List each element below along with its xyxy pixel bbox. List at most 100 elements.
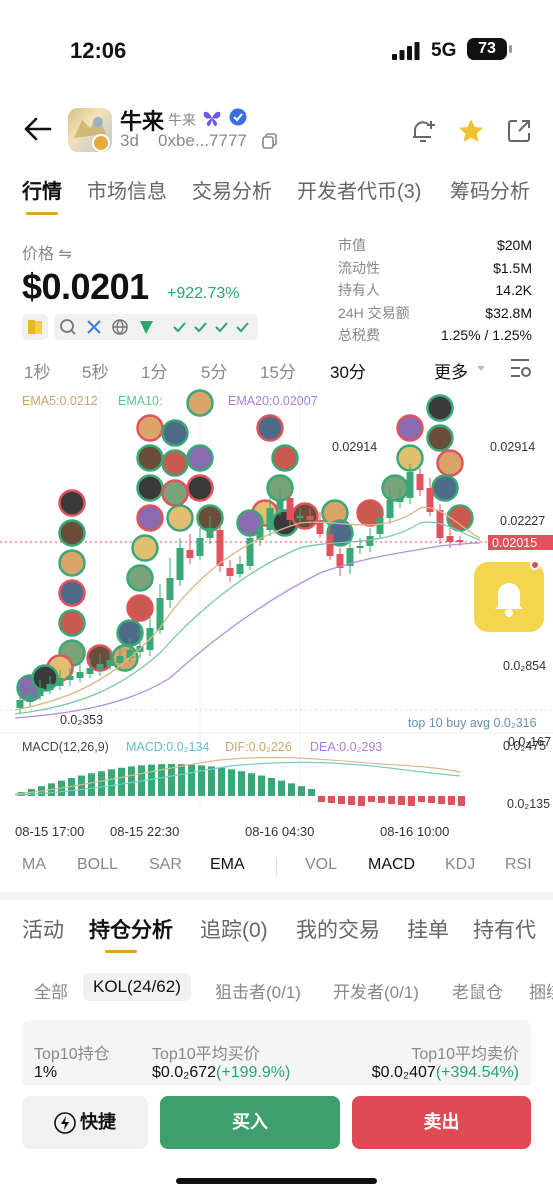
tab-chip-analysis[interactable]: 筹码分析 [450,175,530,204]
kol-avatar [161,479,189,507]
dea-value: DEA:0.0₂293 [310,740,382,754]
tab-trade-analysis[interactable]: 交易分析 [192,175,272,204]
bell-add-icon[interactable] [409,117,437,145]
back-arrow-icon[interactable] [22,113,54,145]
candle-body [286,498,294,520]
sell-button[interactable]: 卖出 [352,1096,531,1149]
interval-5s[interactable]: 5秒 [82,358,108,383]
tab-dev-tokens[interactable]: 开发者代币(3) [297,175,421,204]
quick-trade-button[interactable]: 快捷 [22,1096,148,1149]
indicator-boll[interactable]: BOLL [77,856,118,874]
candle-body [166,578,174,600]
price-tick-1: 0.02914 [490,440,535,454]
interval-1s[interactable]: 1秒 [24,358,50,383]
tab-my-trades[interactable]: 我的交易 [296,914,380,944]
interval-selector: 1秒 5秒 1分 5分 15分 30分 更多 [0,356,553,382]
interval-15m[interactable]: 15分 [260,358,296,383]
indicator-kdj[interactable]: KDJ [445,856,475,874]
macd-bar [208,766,215,796]
kol-avatar [31,664,59,692]
kol-avatar [186,474,214,502]
network-type: 5G [431,40,457,61]
indicator-rsi[interactable]: RSI [505,856,532,874]
candle-body [206,528,214,538]
filter-insider[interactable]: 老鼠仓 [452,978,503,1003]
macd-bar [338,796,345,804]
candle-body [196,538,204,556]
tab-tracking[interactable]: 追踪(0) [200,914,268,944]
stat-market-cap: 市值 $20M [338,237,532,253]
candle-body [106,660,114,666]
tab-activity[interactable]: 活动 [22,914,64,944]
token-subname: 牛来 [168,112,196,128]
candle-body [46,684,54,690]
interval-30m[interactable]: 30分 [330,358,366,383]
kol-avatar [58,609,86,637]
tab-market-info[interactable]: 市场信息 [87,175,167,204]
macd-bar [298,786,305,796]
price-tick-3: 0.0₂854 [503,659,546,673]
top10-avg-sell-label: Top10平均卖价 [411,1046,519,1063]
bottom-tabs: 活动 持仓分析 追踪(0) 我的交易 挂单 持有代 [0,914,553,948]
star-icon[interactable] [457,117,485,145]
share-icon[interactable] [505,117,533,145]
macd-bar [378,796,385,803]
indicator-ema[interactable]: EMA [210,856,245,874]
kol-avatar [58,519,86,547]
tab-holders[interactable]: 持有代 [473,914,536,944]
stats-panel: 市值 $20M 流动性 $1.5M 持有人 14.2K 24H 交易额 $32.8M 总… [338,234,532,347]
filter-all[interactable]: 全部 [34,978,68,1003]
kol-avatars[interactable] [16,389,474,702]
buy-button[interactable]: 买入 [160,1096,340,1149]
macd-bar [78,775,85,796]
price-label[interactable]: 价格 ⇋ [22,240,72,264]
interval-5m[interactable]: 5分 [201,358,227,383]
macd-bar [318,796,325,802]
candle-body [36,688,44,696]
filter-kol[interactable]: KOL(24/62) [83,973,191,1001]
safety-checks[interactable] [168,314,258,340]
interval-1m[interactable]: 1分 [141,358,167,383]
copy-icon[interactable] [262,133,278,149]
macd-bar [238,771,245,796]
kol-avatar [131,534,159,562]
filter-sniper[interactable]: 狙击者(0/1) [215,978,301,1003]
price-chart[interactable]: EMA5:0.0212 EMA10: EMA20:0.02007 0.02914… [0,388,553,843]
kol-avatar [436,449,464,477]
interval-more[interactable]: 更多 [434,358,468,383]
tab-orders[interactable]: 挂单 [407,914,449,944]
candle-body [16,700,24,708]
signal-icon [392,42,420,60]
main-tabs: 行情 市场信息 交易分析 开发者代币(3) 筹码分析 [0,175,553,215]
indicator-sar[interactable]: SAR [149,856,182,874]
kol-avatar [136,504,164,532]
filter-bundle[interactable]: 捆绑 [529,978,553,1003]
macd-bar [458,796,465,806]
kol-avatar [381,474,409,502]
bottom-tab-underline [105,950,137,953]
candle-body [266,508,274,530]
macd-bar [408,796,415,806]
kol-avatar [426,394,454,422]
stat-total-tax: 总税费 1.25% / 1.25% [338,327,532,343]
tab-underline [26,212,58,215]
section-divider [0,892,553,900]
candle-body [446,536,454,542]
butterfly-icon [203,111,221,127]
chart-settings-icon[interactable] [508,356,532,380]
token-avatar [68,108,112,152]
filter-developer[interactable]: 开发者(0/1) [333,978,419,1003]
tab-market[interactable]: 行情 [22,175,62,204]
indicator-vol[interactable]: VOL [305,856,337,874]
candle-body [26,694,34,702]
indicator-ma[interactable]: MA [22,856,46,874]
indicator-macd[interactable]: MACD [368,856,415,874]
contract-address[interactable]: 0xbe...7777 [158,131,247,151]
macd-bar [398,796,405,805]
candle-body [356,546,364,548]
candle-body [116,656,124,663]
book-icon[interactable] [22,314,48,340]
kol-avatar [136,474,164,502]
price-alert-button[interactable] [474,560,544,632]
tab-holdings-analysis[interactable]: 持仓分析 [89,914,173,944]
